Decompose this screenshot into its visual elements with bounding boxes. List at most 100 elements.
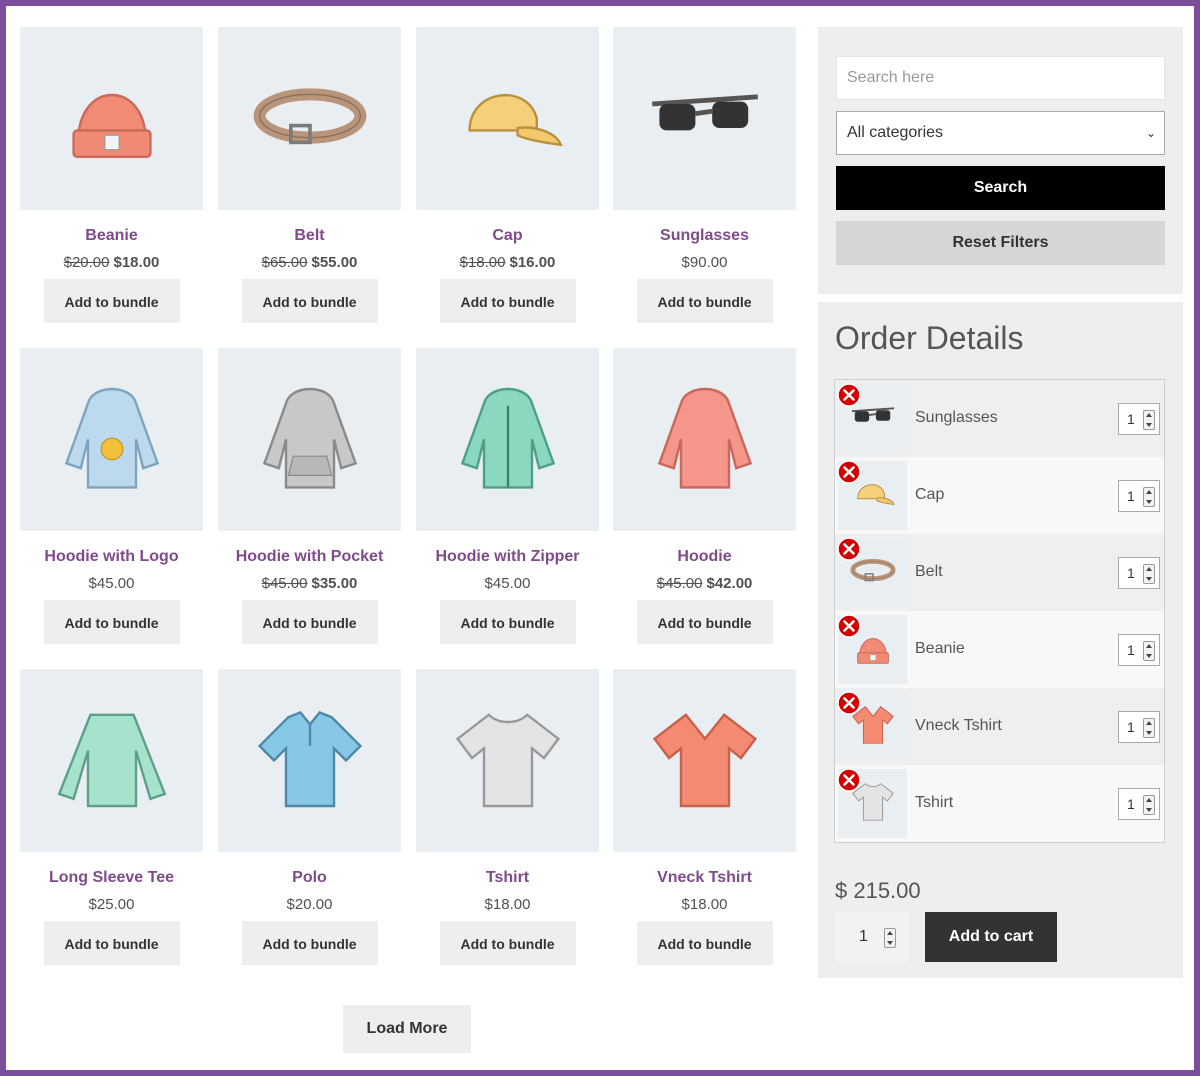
hoodie-zipper-icon: [448, 377, 568, 502]
product-name[interactable]: Beanie: [20, 226, 203, 246]
polo-icon: [250, 698, 370, 823]
quantity-stepper[interactable]: 1: [1118, 711, 1160, 743]
quantity-stepper[interactable]: 1: [1118, 788, 1160, 820]
order-item-row: Belt 1: [835, 534, 1164, 611]
beanie-icon: [52, 56, 172, 181]
product-price: $90.00: [681, 254, 728, 271]
product-image[interactable]: [20, 669, 203, 852]
remove-item-icon[interactable]: [837, 691, 861, 715]
search-button[interactable]: Search: [836, 166, 1165, 210]
add-to-bundle-button[interactable]: Add to bundle: [439, 600, 576, 644]
filter-panel: All categories ⌄ Search Reset Filters: [818, 27, 1183, 294]
spinner-arrows-icon[interactable]: [1143, 795, 1155, 815]
add-to-bundle-button[interactable]: Add to bundle: [636, 600, 773, 644]
product-name[interactable]: Long Sleeve Tee: [20, 868, 203, 888]
order-total: $ 215.00: [835, 878, 921, 903]
add-to-bundle-button[interactable]: Add to bundle: [43, 600, 180, 644]
sunglasses-icon: [645, 56, 765, 181]
order-item-row: Cap 1: [835, 457, 1164, 534]
reset-filters-button[interactable]: Reset Filters: [836, 221, 1165, 265]
remove-item-icon[interactable]: [837, 614, 861, 638]
cart-quantity-stepper[interactable]: 1: [835, 912, 909, 962]
product-name[interactable]: Hoodie: [613, 547, 796, 567]
vneck-icon: [645, 698, 765, 823]
product-image[interactable]: [218, 348, 401, 531]
product-name[interactable]: Cap: [416, 226, 599, 246]
product-price: $45.00: [484, 575, 531, 592]
product-name[interactable]: Belt: [218, 226, 401, 246]
quantity-value: 1: [1127, 411, 1135, 427]
product-old-price: $45.00: [656, 575, 703, 592]
product-price-block: $20.00 $18.00: [20, 254, 203, 272]
product-image[interactable]: [613, 27, 796, 210]
add-to-cart-button[interactable]: Add to cart: [925, 912, 1057, 962]
hoodie-pocket-icon: [250, 377, 370, 502]
product-card: Cap $18.00 $16.00 Add to bundle: [416, 27, 599, 323]
product-name[interactable]: Vneck Tshirt: [613, 868, 796, 888]
product-image[interactable]: [416, 27, 599, 210]
remove-item-icon[interactable]: [837, 768, 861, 792]
chevron-down-icon: ⌄: [1145, 126, 1156, 140]
product-card: Polo $20.00 Add to bundle: [218, 669, 401, 965]
spinner-arrows-icon[interactable]: [1143, 641, 1155, 661]
spinner-arrows-icon[interactable]: [884, 928, 896, 948]
product-image[interactable]: [613, 669, 796, 852]
add-to-bundle-button[interactable]: Add to bundle: [241, 921, 378, 965]
add-to-bundle-button[interactable]: Add to bundle: [241, 600, 378, 644]
remove-item-icon[interactable]: [837, 383, 861, 407]
add-to-bundle-button[interactable]: Add to bundle: [636, 279, 773, 323]
product-old-price: $20.00: [63, 254, 110, 271]
spinner-arrows-icon[interactable]: [1143, 564, 1155, 584]
product-name[interactable]: Hoodie with Logo: [20, 547, 203, 567]
product-price-block: $18.00 $16.00: [416, 254, 599, 272]
product-price: $20.00: [286, 896, 333, 913]
product-image[interactable]: [416, 348, 599, 531]
belt-icon: [250, 56, 370, 181]
hoodie-logo-icon: [52, 377, 172, 502]
product-sale-price: $18.00: [113, 254, 160, 271]
product-sale-price: $35.00: [311, 575, 358, 592]
quantity-stepper[interactable]: 1: [1118, 634, 1160, 666]
order-item-name: Sunglasses: [915, 409, 998, 426]
product-image[interactable]: [218, 27, 401, 210]
add-to-bundle-button[interactable]: Add to bundle: [439, 279, 576, 323]
add-to-bundle-button[interactable]: Add to bundle: [43, 279, 180, 323]
product-image[interactable]: [416, 669, 599, 852]
product-price-block: $45.00: [20, 575, 203, 593]
load-more-button[interactable]: Load More: [343, 1005, 471, 1053]
product-card: Sunglasses $90.00 Add to bundle: [613, 27, 796, 323]
product-image[interactable]: [20, 27, 203, 210]
category-select[interactable]: All categories ⌄: [836, 111, 1165, 155]
quantity-stepper[interactable]: 1: [1118, 480, 1160, 512]
product-name[interactable]: Sunglasses: [613, 226, 796, 246]
add-to-bundle-button[interactable]: Add to bundle: [439, 921, 576, 965]
product-price: $18.00: [681, 896, 728, 913]
product-image[interactable]: [20, 348, 203, 531]
product-price: $45.00: [88, 575, 135, 592]
product-image[interactable]: [613, 348, 796, 531]
product-name[interactable]: Hoodie with Zipper: [416, 547, 599, 567]
spinner-arrows-icon[interactable]: [1143, 718, 1155, 738]
add-to-bundle-button[interactable]: Add to bundle: [43, 921, 180, 965]
add-to-bundle-button[interactable]: Add to bundle: [636, 921, 773, 965]
product-old-price: $18.00: [459, 254, 506, 271]
product-name[interactable]: Polo: [218, 868, 401, 888]
search-input[interactable]: [836, 56, 1165, 100]
quantity-value: 1: [1127, 719, 1135, 735]
product-card: Beanie $20.00 $18.00 Add to bundle: [20, 27, 203, 323]
quantity-value: 1: [1127, 565, 1135, 581]
spinner-arrows-icon[interactable]: [1143, 487, 1155, 507]
product-image[interactable]: [218, 669, 401, 852]
remove-item-icon[interactable]: [837, 460, 861, 484]
product-card: Tshirt $18.00 Add to bundle: [416, 669, 599, 965]
spinner-arrows-icon[interactable]: [1143, 410, 1155, 430]
long-sleeve-icon: [52, 698, 172, 823]
quantity-stepper[interactable]: 1: [1118, 557, 1160, 589]
product-name[interactable]: Tshirt: [416, 868, 599, 888]
quantity-stepper[interactable]: 1: [1118, 403, 1160, 435]
product-name[interactable]: Hoodie with Pocket: [218, 547, 401, 567]
order-item-name: Vneck Tshirt: [915, 717, 1002, 734]
add-to-bundle-button[interactable]: Add to bundle: [241, 279, 378, 323]
product-old-price: $65.00: [261, 254, 308, 271]
remove-item-icon[interactable]: [837, 537, 861, 561]
